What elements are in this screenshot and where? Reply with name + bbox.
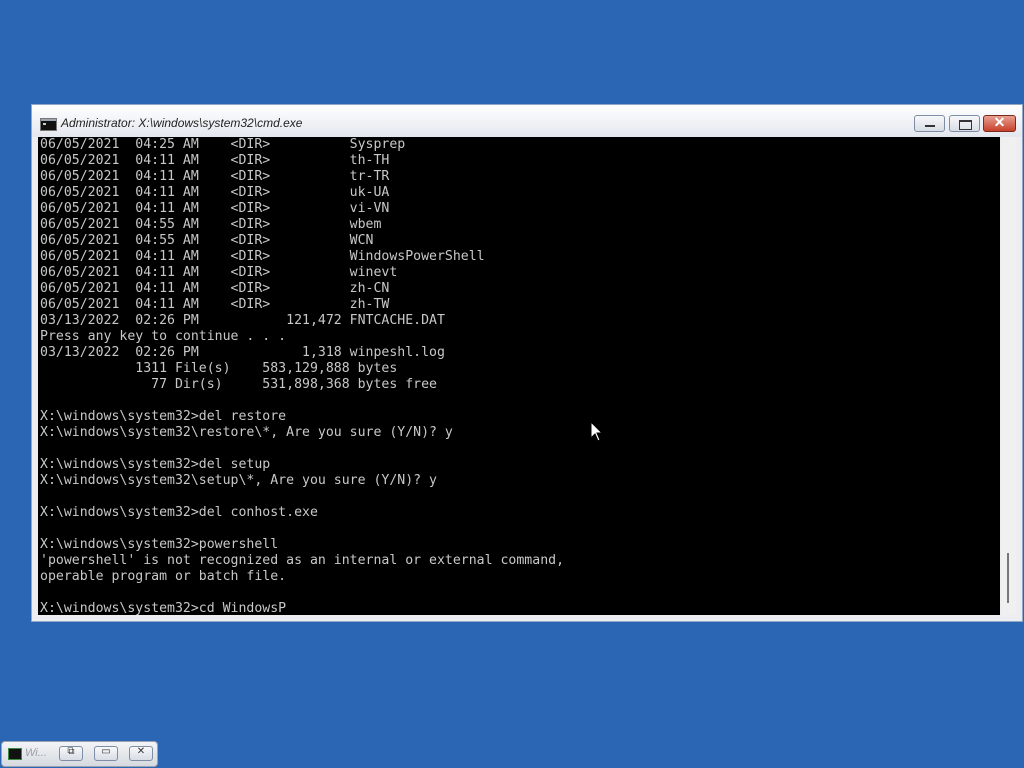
console-line: 03/13/2022 02:26 PM 121,472 FNTCACHE.DAT: [40, 313, 445, 328]
window-title: Administrator: X:\windows\system32\cmd.e…: [61, 116, 303, 130]
console-line: Press any key to continue . . .: [40, 329, 287, 344]
console-line: 03/13/2022 02:26 PM 1,318 winpeshl.log: [40, 345, 445, 360]
console-line: 06/05/2021 04:11 AM <DIR> winevt: [40, 265, 398, 280]
minimize-button[interactable]: [914, 115, 945, 132]
title-bar[interactable]: Administrator: X:\windows\system32\cmd.e…: [32, 105, 1022, 137]
close-button[interactable]: ✕: [129, 746, 153, 761]
console-line: X:\windows\system32>cd WindowsP: [40, 601, 287, 615]
console-line: 06/05/2021 04:11 AM <DIR> WindowsPowerSh…: [40, 249, 485, 264]
close-button[interactable]: ✕: [983, 114, 1016, 132]
console-line: 06/05/2021 04:11 AM <DIR> tr-TR: [40, 169, 390, 184]
console-line: X:\windows\system32>del setup: [40, 457, 271, 472]
maximize-icon: [959, 120, 972, 130]
cmd-icon: [40, 118, 57, 131]
minimize-icon: [925, 125, 935, 127]
close-icon: ✕: [993, 114, 1006, 130]
console-line: X:\windows\system32>del restore: [40, 409, 287, 424]
minimized-window[interactable]: Wi... ⧉ ▭ ✕: [1, 741, 158, 767]
maximize-button[interactable]: ▭: [94, 746, 118, 761]
console-line: 06/05/2021 04:11 AM <DIR> zh-TW: [40, 297, 390, 312]
maximize-icon: ▭: [101, 746, 111, 757]
console-line: 06/05/2021 04:11 AM <DIR> th-TH: [40, 153, 390, 168]
console-text: 06/05/2021 04:25 AM <DIR> Sysprep 06/05/2…: [40, 137, 564, 615]
cmd-window[interactable]: Administrator: X:\windows\system32\cmd.e…: [31, 104, 1023, 622]
console-line: 06/05/2021 04:11 AM <DIR> zh-CN: [40, 281, 390, 296]
console-line: operable program or batch file.: [40, 569, 287, 584]
console-line: 06/05/2021 04:25 AM <DIR> Sysprep: [40, 137, 406, 152]
console-output[interactable]: 06/05/2021 04:25 AM <DIR> Sysprep 06/05/2…: [38, 137, 1000, 615]
console-line: 06/05/2021 04:55 AM <DIR> WCN: [40, 233, 374, 248]
cmd-icon: [8, 748, 22, 760]
close-icon: ✕: [136, 746, 146, 757]
console-line: X:\windows\system32>del conhost.exe: [40, 505, 318, 520]
console-line: 77 Dir(s) 531,898,368 bytes free: [40, 377, 437, 392]
console-line: 1311 File(s) 583,129,888 bytes: [40, 361, 398, 376]
console-line: 06/05/2021 04:11 AM <DIR> vi-VN: [40, 201, 390, 216]
console-line: X:\windows\system32\setup\*, Are you sur…: [40, 473, 437, 488]
console-line: X:\windows\system32>powershell: [40, 537, 279, 552]
scroll-thumb[interactable]: [1007, 553, 1009, 603]
maximize-button[interactable]: [949, 115, 980, 132]
console-line: 06/05/2021 04:11 AM <DIR> uk-UA: [40, 185, 390, 200]
restore-button[interactable]: ⧉: [59, 746, 83, 761]
restore-icon: ⧉: [67, 746, 75, 757]
vertical-scrollbar[interactable]: [1002, 137, 1016, 615]
mouse-pointer-icon: [590, 421, 604, 442]
minimized-window-title: Wi...: [25, 747, 47, 759]
console-line: 06/05/2021 04:55 AM <DIR> wbem: [40, 217, 382, 232]
console-line: X:\windows\system32\restore\*, Are you s…: [40, 425, 453, 440]
console-line: 'powershell' is not recognized as an int…: [40, 553, 565, 568]
